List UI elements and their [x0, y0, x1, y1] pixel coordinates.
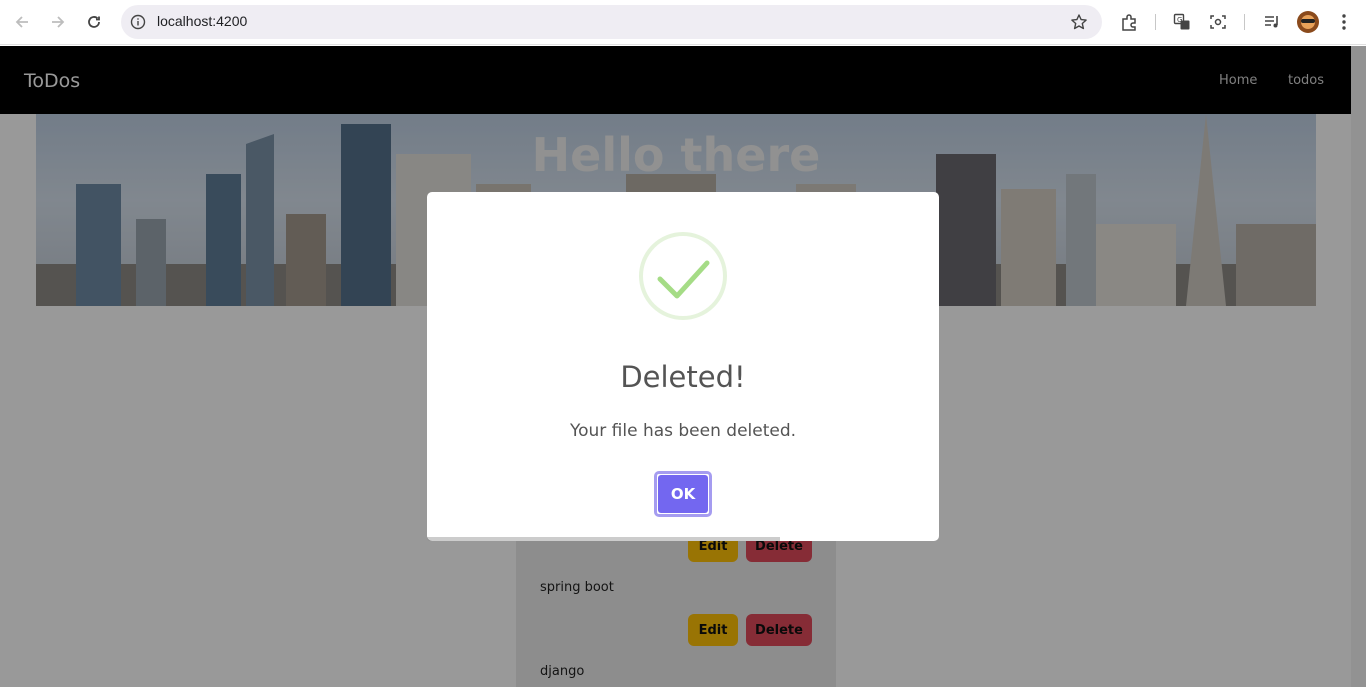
svg-text:G: G: [1177, 16, 1182, 24]
back-icon[interactable]: [10, 10, 34, 34]
reload-icon[interactable]: [82, 10, 106, 34]
address-bar[interactable]: localhost:4200: [121, 5, 1102, 39]
toolbar-divider: [1244, 14, 1245, 30]
dialog-title: Deleted!: [620, 360, 746, 394]
success-check-icon: [639, 232, 727, 320]
forward-icon[interactable]: [46, 10, 70, 34]
toolbar-divider: [1155, 14, 1156, 30]
lens-icon[interactable]: [1207, 11, 1229, 33]
ok-button-label[interactable]: OK: [658, 475, 708, 513]
success-dialog: Deleted! Your file has been deleted. OK: [427, 192, 939, 541]
bookmark-star-icon[interactable]: [1070, 13, 1088, 31]
extensions-icon[interactable]: [1118, 11, 1140, 33]
browser-toolbar: localhost:4200 G: [0, 0, 1366, 45]
profile-avatar[interactable]: [1297, 11, 1319, 33]
ok-button[interactable]: OK: [654, 471, 712, 517]
site-info-icon[interactable]: [130, 14, 146, 30]
browser-menu-icon[interactable]: [1333, 11, 1355, 33]
url-text[interactable]: localhost:4200: [157, 13, 247, 29]
translate-icon[interactable]: G: [1171, 11, 1193, 33]
dialog-message: Your file has been deleted.: [569, 421, 797, 441]
dialog-timer-progress: [427, 537, 781, 541]
media-control-icon[interactable]: [1261, 11, 1283, 33]
